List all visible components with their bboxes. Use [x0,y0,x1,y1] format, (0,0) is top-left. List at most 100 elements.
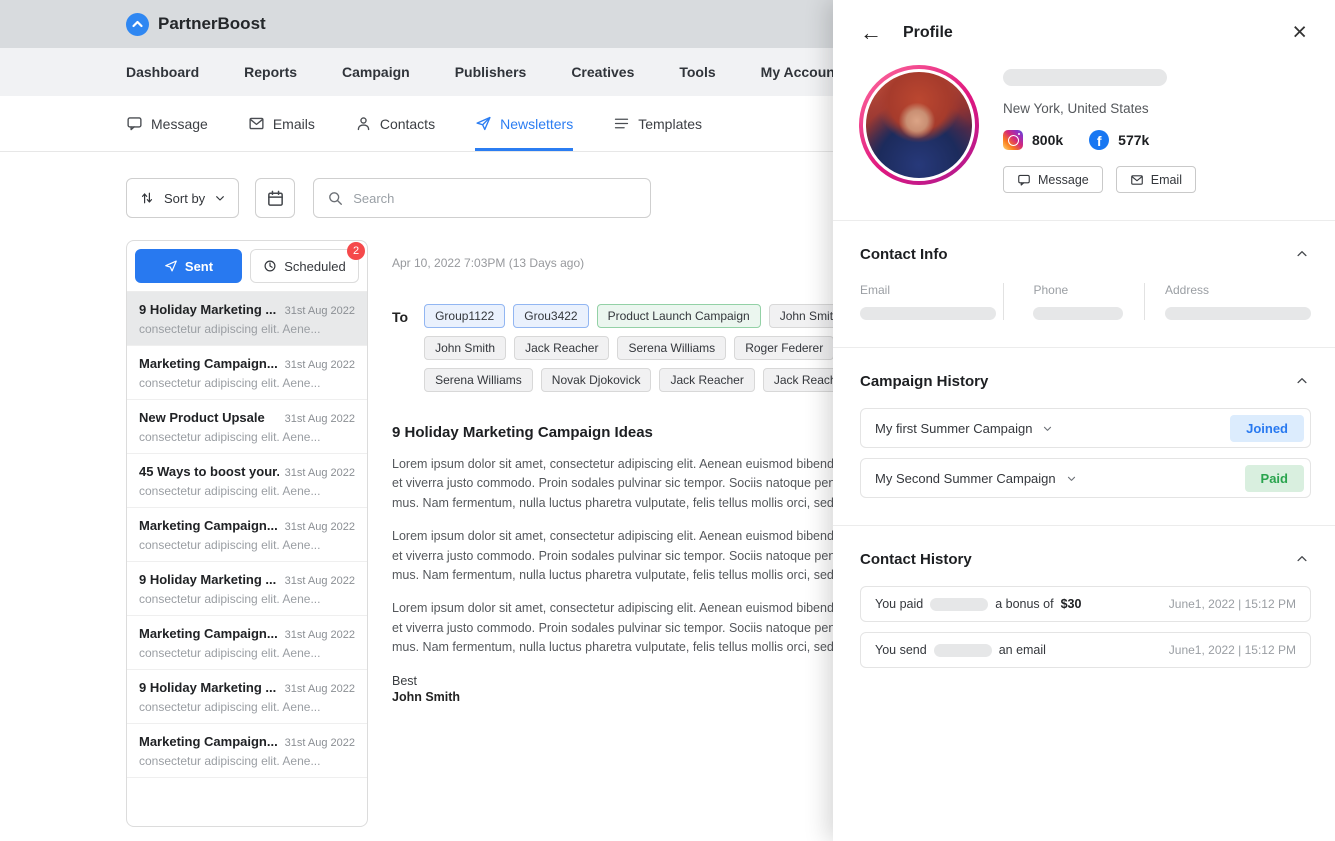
contact-info-title: Contact Info [860,246,948,263]
history-text-post: a bonus of [995,597,1053,611]
sort-icon [139,190,155,206]
tab-newsletters[interactable]: Newsletters [475,96,573,151]
facebook-stat: f 577k [1089,130,1149,150]
campaign-name-dropdown[interactable]: My first Summer Campaign [875,421,1053,436]
instagram-stat: 800k [1003,130,1063,150]
recipient-chip[interactable]: Roger Federer [734,336,834,360]
item-date: 31st Aug 2022 [285,683,355,695]
tab-label: Message [151,116,208,132]
chevron-up-icon [1295,247,1309,261]
collapse-campaign-history-button[interactable] [1293,372,1311,390]
nav-item-creatives[interactable]: Creatives [571,64,634,80]
nav-item-my-account[interactable]: My Account [761,64,840,80]
list-item[interactable]: New Product Upsale31st Aug 2022 consecte… [127,400,367,454]
chevron-down-icon [1066,473,1077,484]
nav-item-tools[interactable]: Tools [679,64,715,80]
close-icon[interactable]: × [1292,20,1307,45]
recipient-chip[interactable]: Group1122 [424,304,505,328]
list-item[interactable]: Marketing Campaign...31st Aug 2022 conse… [127,724,367,778]
recipient-chip[interactable]: Jack Reacher [514,336,609,360]
contact-history-row: You send an email June1, 2022 | 15:12 PM [860,632,1311,668]
envelope-icon [248,115,265,132]
item-title: 9 Holiday Marketing ... [139,680,276,695]
message-icon [126,115,143,132]
chevron-up-icon [1295,374,1309,388]
collapse-contact-history-button[interactable] [1293,550,1311,568]
bonus-amount: $30 [1061,597,1082,611]
tab-message[interactable]: Message [126,96,208,151]
recipient-chip[interactable]: Grou3422 [513,304,588,328]
nav-item-campaign[interactable]: Campaign [342,64,410,80]
calendar-icon [266,189,285,208]
campaign-row: My first Summer Campaign Joined [860,408,1311,448]
tab-contacts[interactable]: Contacts [355,96,435,151]
sent-tab-label: Sent [185,259,213,274]
sent-tab[interactable]: Sent [135,249,242,283]
message-button-label: Message [1038,173,1089,187]
list-tabs: Sent Scheduled 2 [127,241,367,292]
calendar-button[interactable] [255,178,295,218]
item-preview: consectetur adipiscing elit. Aene... [139,592,355,606]
paper-plane-icon [164,259,178,273]
item-title: Marketing Campaign... [139,626,278,641]
list-item[interactable]: Marketing Campaign...31st Aug 2022 conse… [127,346,367,400]
contact-history-section: Contact History You paid a bonus of $30 … [833,550,1335,668]
item-title: 9 Holiday Marketing ... [139,572,276,587]
email-button[interactable]: Email [1116,166,1196,193]
phone-skeleton [1033,307,1123,320]
address-field-label: Address [1165,283,1311,297]
nav-item-reports[interactable]: Reports [244,64,297,80]
campaign-name: My Second Summer Campaign [875,471,1056,486]
recipient-chip[interactable]: Serena Williams [424,368,533,392]
item-preview: consectetur adipiscing elit. Aene... [139,484,355,498]
divider [833,220,1335,221]
scheduled-tab[interactable]: Scheduled 2 [250,249,359,283]
back-arrow-icon[interactable]: ← [860,22,882,44]
recipient-chip[interactable]: Novak Djokovick [541,368,652,392]
drawer-title: Profile [903,24,953,42]
nav-item-publishers[interactable]: Publishers [455,64,527,80]
list-item[interactable]: 45 Ways to boost your...31st Aug 2022 co… [127,454,367,508]
campaign-row: My Second Summer Campaign Paid [860,458,1311,498]
nav-item-dashboard[interactable]: Dashboard [126,64,199,80]
contact-fields: Email Phone Address [860,283,1311,320]
recipient-chip[interactable]: John Smith [424,336,506,360]
item-date: 31st Aug 2022 [285,575,355,587]
recipient-chip[interactable]: Jack Reacher [659,368,754,392]
item-date: 31st Aug 2022 [285,305,355,317]
person-icon [355,115,372,132]
address-skeleton [1165,307,1311,320]
recipient-chip[interactable]: Serena Williams [617,336,726,360]
collapse-contact-info-button[interactable] [1293,245,1311,263]
phone-field-label: Phone [1033,283,1144,297]
campaign-name-dropdown[interactable]: My Second Summer Campaign [875,471,1077,486]
recipient-chip[interactable]: Product Launch Campaign [597,304,761,328]
email-skeleton [860,307,996,320]
contact-name-skeleton [930,598,988,611]
item-title: 45 Ways to boost your... [139,464,279,479]
tab-emails[interactable]: Emails [248,96,315,151]
brand[interactable]: PartnerBoost [126,13,266,36]
item-preview: consectetur adipiscing elit. Aene... [139,538,355,552]
list-item[interactable]: Marketing Campaign...31st Aug 2022 conse… [127,508,367,562]
search-box[interactable] [313,178,651,218]
list-item[interactable]: 9 Holiday Marketing ... 31st Aug 2022 con… [127,562,367,616]
message-button[interactable]: Message [1003,166,1103,193]
list-item[interactable]: 9 Holiday Marketing ...31st Aug 2022 con… [127,670,367,724]
social-stats: 800k f 577k [1003,130,1196,150]
item-date: 31st Aug 2022 [285,737,355,749]
list-item[interactable]: Marketing Campaign...31st Aug 2022 conse… [127,616,367,670]
sort-by-dropdown[interactable]: Sort by [126,178,239,218]
to-label: To [392,309,408,400]
item-preview: consectetur adipiscing elit. Aene... [139,430,355,444]
profile-location: New York, United States [1003,101,1196,116]
item-preview: consectetur adipiscing elit. Aene... [139,322,355,336]
list-item[interactable]: 9 Holiday Marketing ...31st Aug 2022 con… [127,292,367,346]
item-preview: consectetur adipiscing elit. Aene... [139,376,355,390]
search-input[interactable] [353,191,637,206]
campaign-name: My first Summer Campaign [875,421,1032,436]
newsletter-list-panel: Sent Scheduled 2 9 Holiday Marketing ...… [126,240,368,827]
scheduled-tab-label: Scheduled [284,259,345,274]
tab-templates[interactable]: Templates [613,96,702,151]
search-icon [327,190,344,207]
